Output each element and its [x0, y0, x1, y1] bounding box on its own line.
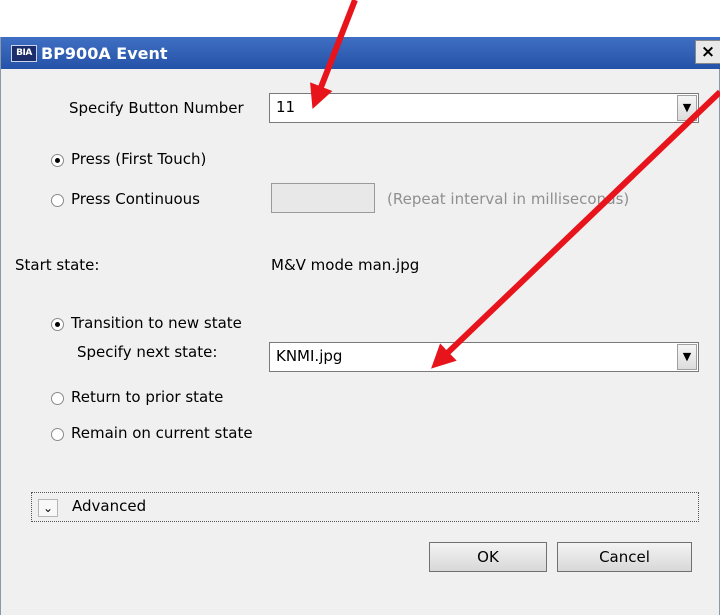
- return-prior-state-radio[interactable]: [51, 392, 64, 405]
- start-state-label: Start state:: [15, 256, 100, 274]
- repeat-interval-input[interactable]: [271, 183, 375, 213]
- transition-new-state-label: Transition to new state: [71, 314, 242, 332]
- button-number-select[interactable]: 11 ▼: [269, 93, 699, 123]
- press-continuous-radio[interactable]: [51, 194, 64, 207]
- advanced-label: Advanced: [72, 497, 147, 515]
- ok-button[interactable]: OK: [429, 542, 547, 572]
- transition-new-state-radio[interactable]: [51, 318, 64, 331]
- window-title: BP900A Event: [41, 44, 168, 63]
- cancel-button[interactable]: Cancel: [557, 542, 692, 572]
- app-logo-icon: BIA: [11, 45, 37, 62]
- title-bar: BIA BP900A Event ×: [1, 37, 720, 69]
- repeat-interval-hint: (Repeat interval in milliseconds): [387, 190, 630, 208]
- press-first-touch-label: Press (First Touch): [71, 150, 207, 168]
- next-state-value: KNMI.jpg: [276, 347, 343, 365]
- remain-current-state-label: Remain on current state: [71, 424, 253, 442]
- next-state-select[interactable]: KNMI.jpg ▼: [269, 342, 699, 372]
- advanced-expander[interactable]: ⌄ Advanced: [31, 492, 699, 522]
- chevron-down-icon[interactable]: ⌄: [38, 499, 58, 517]
- press-continuous-label: Press Continuous: [71, 190, 200, 208]
- press-first-touch-radio[interactable]: [51, 154, 64, 167]
- return-prior-state-label: Return to prior state: [71, 388, 224, 406]
- event-dialog: BIA BP900A Event × Specify Button Number…: [0, 37, 720, 615]
- button-number-value: 11: [276, 98, 296, 116]
- close-button[interactable]: ×: [695, 40, 720, 64]
- start-state-value: M&V mode man.jpg: [271, 256, 420, 274]
- chevron-down-icon[interactable]: ▼: [677, 95, 697, 121]
- button-number-label: Specify Button Number: [69, 99, 244, 117]
- remain-current-state-radio[interactable]: [51, 428, 64, 441]
- next-state-label: Specify next state:: [77, 343, 218, 361]
- chevron-down-icon[interactable]: ▼: [677, 344, 697, 370]
